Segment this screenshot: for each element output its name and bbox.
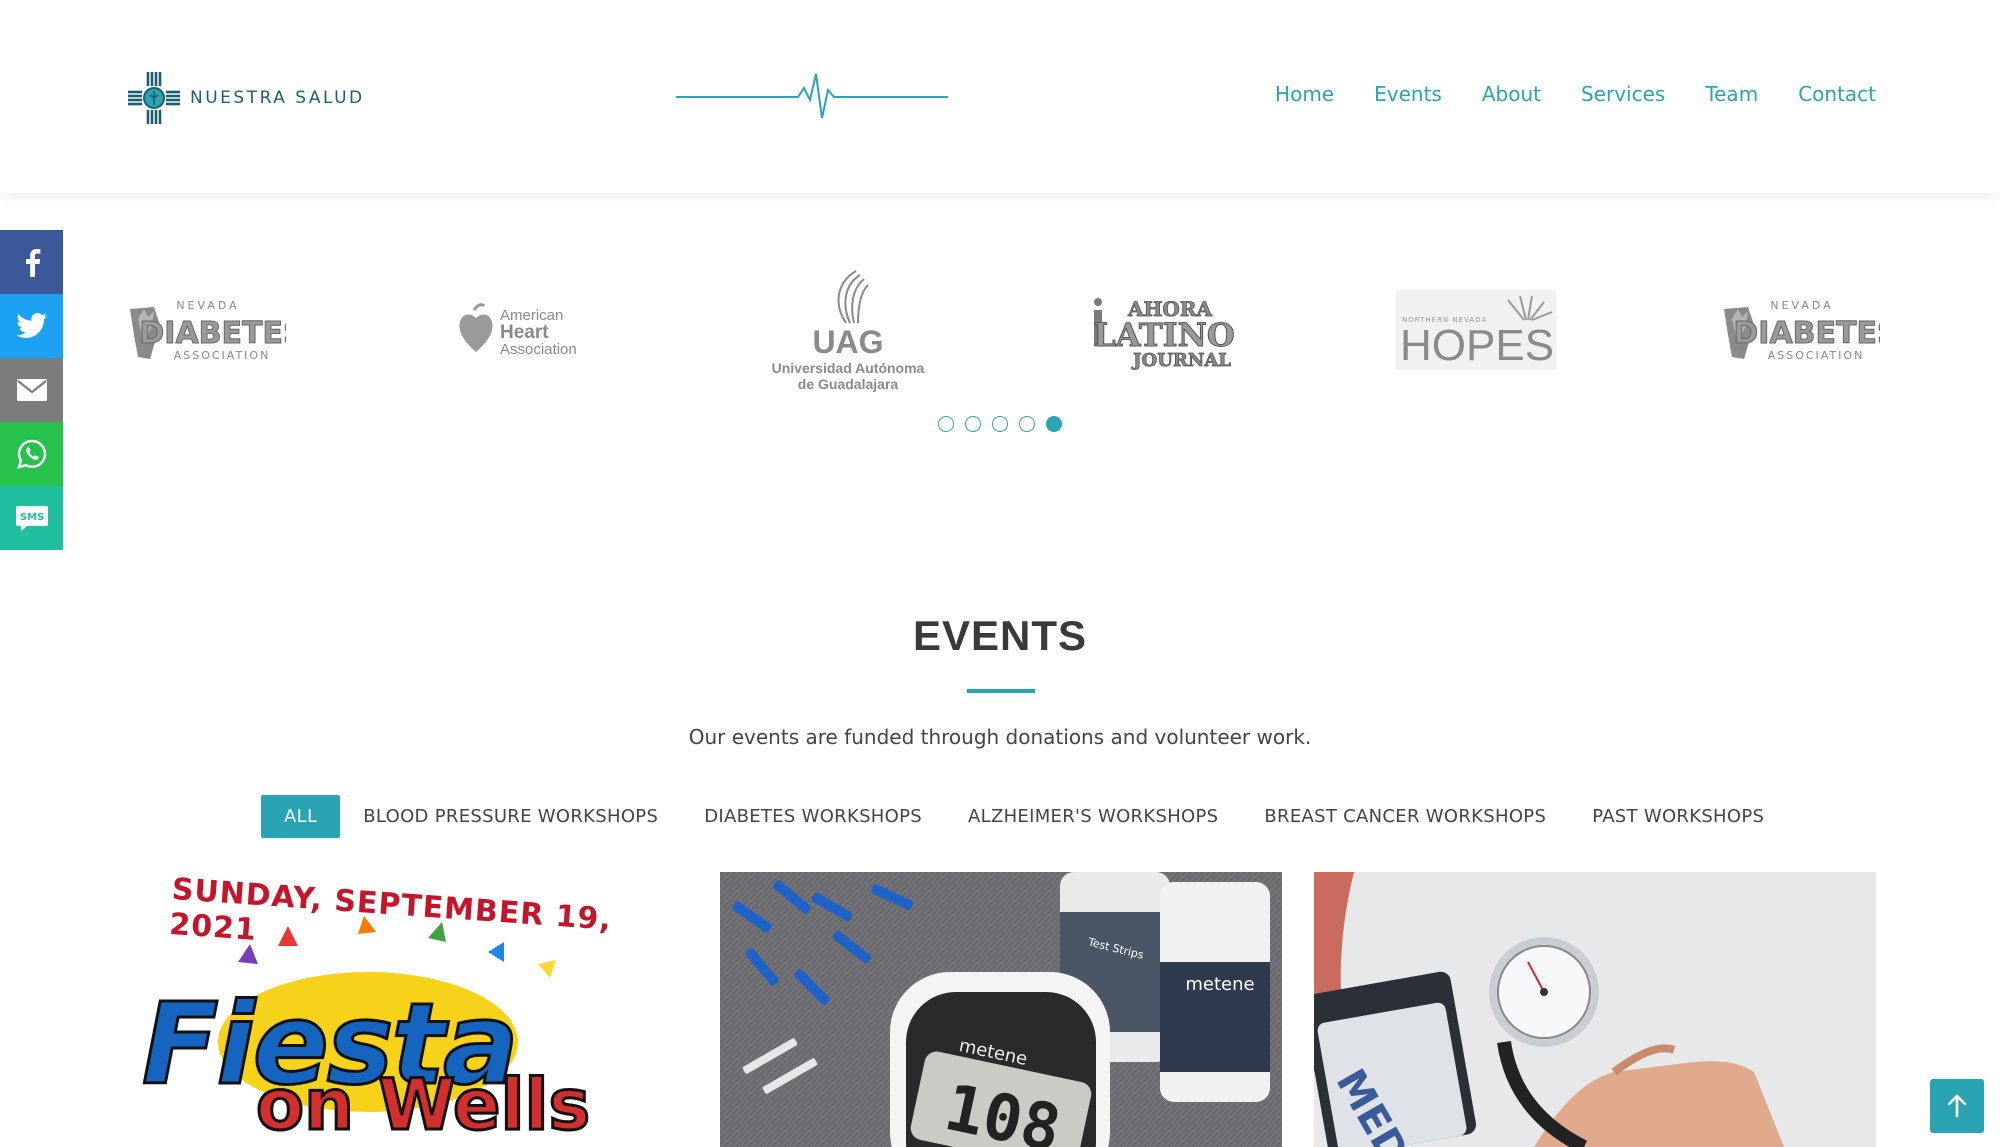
nevada-top: NEVADA	[176, 299, 239, 312]
blood-pressure-photo: MEDV	[1314, 872, 1876, 1147]
nav-team[interactable]: Team	[1705, 82, 1758, 106]
aha-line2: Heart	[500, 322, 549, 343]
event-card-fiesta[interactable]: SUNDAY, SEPTEMBER 19, 2021 Fiesta on Wel…	[128, 872, 689, 1147]
whatsapp-icon	[16, 439, 46, 469]
uag-logo: UAG Universidad Autónoma de Guadalajara	[772, 270, 925, 392]
filter-blood-pressure[interactable]: BLOOD PRESSURE WORKSHOPS	[340, 795, 681, 838]
arrow-up-icon	[1947, 1094, 1967, 1118]
email-icon	[16, 379, 47, 401]
nevada-bottom: ASSOCIATION	[1768, 349, 1865, 362]
heading-underline	[967, 689, 1035, 693]
nevada-main: DIABETES	[139, 316, 286, 351]
nevada-top: NEVADA	[1770, 299, 1833, 312]
site-header: NUESTRA SALUD Home Events About Services…	[0, 0, 2000, 193]
hopes-main: HOPES	[1400, 321, 1554, 370]
ahora-line3: JOURNAL	[1131, 350, 1231, 370]
event-card-diabetes[interactable]: Test Strips metene metene 108	[720, 872, 1282, 1147]
nevada-bottom: ASSOCIATION	[174, 349, 271, 362]
events-subtitle: Our events are funded through donations …	[688, 725, 1312, 749]
sms-icon: SMS	[15, 506, 48, 531]
zia-sun-icon	[128, 72, 180, 124]
twitter-icon	[15, 313, 47, 338]
social-share-bar: SMS	[0, 230, 63, 550]
filter-diabetes[interactable]: DIABETES WORKSHOPS	[681, 795, 945, 838]
hopes-logo: NORTHERN NEVADA HOPES	[1396, 290, 1556, 370]
partner-logo-uag[interactable]: UAG Universidad Autónoma de Guadalajara	[758, 260, 938, 400]
twitter-share-button[interactable]	[0, 294, 63, 358]
filter-alzheimers[interactable]: ALZHEIMER'S WORKSHOPS	[945, 795, 1241, 838]
uag-line1: Universidad Autónoma	[772, 360, 925, 376]
nav-events[interactable]: Events	[1374, 82, 1442, 106]
event-filter-tabs: ALL BLOOD PRESSURE WORKSHOPS DIABETES WO…	[261, 795, 1787, 838]
partner-logo-hopes[interactable]: NORTHERN NEVADA HOPES	[1396, 260, 1556, 400]
whatsapp-share-button[interactable]	[0, 422, 63, 486]
event-card-blood-pressure[interactable]: MEDV	[1314, 872, 1876, 1147]
nav-home[interactable]: Home	[1275, 82, 1334, 106]
facebook-icon	[25, 249, 40, 277]
sms-share-button[interactable]: SMS	[0, 486, 63, 550]
carousel-dot-5[interactable]	[1046, 416, 1062, 432]
carousel-dot-4[interactable]	[1019, 416, 1035, 432]
scroll-to-top-button[interactable]	[1930, 1079, 1984, 1133]
bottle-brand: metene	[1185, 974, 1254, 995]
glucose-meter-photo: Test Strips metene metene 108	[720, 872, 1282, 1147]
carousel-dot-2[interactable]	[965, 416, 981, 432]
email-share-button[interactable]	[0, 358, 63, 422]
carousel-dot-1[interactable]	[938, 416, 954, 432]
fiesta-sub: on Wells	[254, 1063, 591, 1147]
facebook-share-button[interactable]	[0, 230, 63, 294]
nevada-diabetes-logo: NEVADA DIABETES ASSOCIATION	[1724, 299, 1880, 362]
american-heart-logo: American Heart Association	[459, 303, 577, 358]
uag-abbr: UAG	[812, 324, 883, 360]
ahora-line2: LATINO	[1093, 316, 1234, 354]
main-nav: Home Events About Services Team Contact	[1275, 82, 1876, 106]
filter-all[interactable]: ALL	[261, 795, 341, 838]
nav-about[interactable]: About	[1482, 82, 1541, 106]
carousel-pagination	[938, 416, 1062, 432]
aha-line3: Association	[500, 341, 577, 358]
filter-breast-cancer[interactable]: BREAST CANCER WORKSHOPS	[1241, 795, 1569, 838]
filter-past[interactable]: PAST WORKSHOPS	[1569, 795, 1787, 838]
site-logo[interactable]: NUESTRA SALUD	[126, 70, 365, 126]
partner-logo-nevada-diabetes-2[interactable]: NEVADA DIABETES ASSOCIATION	[1720, 260, 1880, 400]
uag-line2: de Guadalajara	[798, 376, 899, 392]
nav-services[interactable]: Services	[1581, 82, 1665, 106]
partner-logo-american-heart[interactable]: American Heart Association	[456, 260, 596, 400]
heartbeat-line-icon	[676, 73, 948, 119]
logo-text: NUESTRA SALUD	[190, 88, 365, 108]
partner-logo-carousel: NEVADA DIABETES ASSOCIATION American Hea…	[126, 260, 1880, 410]
nav-contact[interactable]: Contact	[1798, 82, 1876, 106]
partner-logo-ahora-latino[interactable]: AHORA LATINO JOURNAL	[1082, 260, 1242, 400]
sms-label: SMS	[19, 512, 43, 523]
nevada-main: DIABETES	[1733, 316, 1880, 351]
carousel-dot-3[interactable]	[992, 416, 1008, 432]
nevada-diabetes-logo: NEVADA DIABETES ASSOCIATION	[130, 299, 286, 362]
events-heading: EVENTS	[912, 612, 1088, 659]
partner-logo-nevada-diabetes[interactable]: NEVADA DIABETES ASSOCIATION	[126, 260, 286, 400]
ahora-latino-logo: AHORA LATINO JOURNAL	[1093, 297, 1235, 370]
